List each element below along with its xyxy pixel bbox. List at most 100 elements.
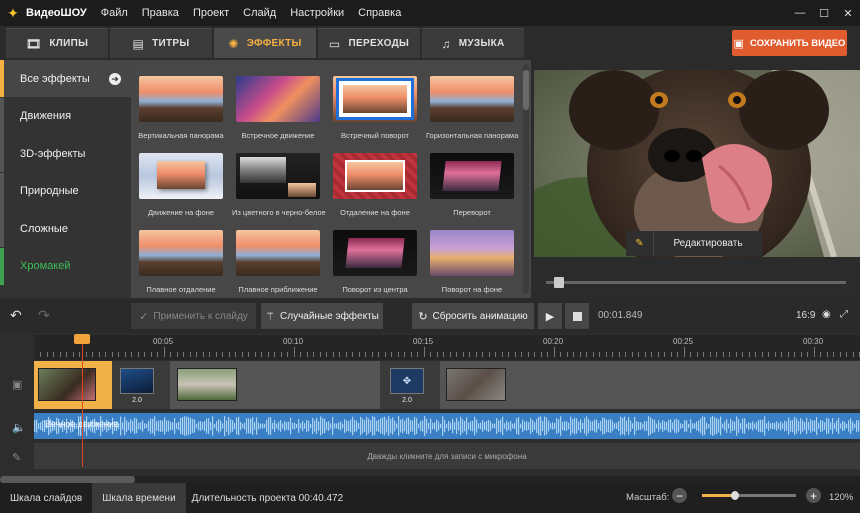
ruler-tick <box>202 352 204 357</box>
timeline-scroll-thumb[interactable] <box>0 476 135 483</box>
waveform-bar <box>704 417 706 435</box>
waveform-bar <box>806 417 808 435</box>
waveform-bar <box>266 419 268 433</box>
transition-2-thumbnail[interactable]: ✥ <box>390 368 424 394</box>
waveform-bar <box>714 417 716 435</box>
ruler-tick <box>384 352 386 357</box>
aspect-ratio[interactable]: 16:9 <box>796 310 815 321</box>
effect-label: Движение на фоне <box>147 208 215 217</box>
waveform-bar <box>742 418 744 434</box>
effects-scroll-thumb[interactable] <box>523 70 529 110</box>
ruler-tick <box>352 352 353 357</box>
menu-file[interactable]: Файл <box>101 7 128 19</box>
tab-music[interactable]: ♫ МУЗЫКА <box>422 28 524 58</box>
ruler-tick <box>248 352 249 357</box>
ruler-tick <box>586 352 587 357</box>
waveform-bar <box>182 417 184 435</box>
check-icon: ✓ <box>139 310 149 323</box>
waveform-bar <box>480 422 482 430</box>
redo-icon[interactable]: ↷ <box>38 307 50 324</box>
category-natural[interactable]: Природные <box>0 172 131 210</box>
project-duration: Длительность проекта 00:40.472 <box>191 492 344 504</box>
category-all-effects[interactable]: Все эффекты ➜ <box>0 60 131 97</box>
zoom-in-button[interactable]: + <box>806 488 821 503</box>
waveform-bar <box>762 419 764 433</box>
play-button[interactable]: ▶ <box>538 303 562 329</box>
transition-1-thumbnail[interactable] <box>120 368 154 394</box>
effect-thumbnail <box>139 230 223 276</box>
waveform-bar <box>324 418 326 434</box>
waveform-bar <box>156 421 158 431</box>
waveform-bar <box>452 418 454 434</box>
ruler-tick <box>599 352 600 357</box>
close-icon[interactable]: ✕ <box>836 0 860 26</box>
preview-progress-track[interactable] <box>546 281 846 284</box>
waveform-bar <box>684 420 686 432</box>
playhead-handle[interactable] <box>74 334 90 344</box>
waveform-bar <box>554 422 556 430</box>
waveform-bar <box>632 423 634 429</box>
audio-track[interactable] <box>34 413 860 439</box>
preview-progress-handle[interactable] <box>554 277 564 288</box>
tab-slide-scale[interactable]: Шкала слайдов <box>0 483 92 513</box>
waveform-bar <box>34 420 36 432</box>
category-complex[interactable]: Сложные <box>0 210 131 247</box>
zoom-slider-handle[interactable] <box>730 491 739 500</box>
ruler-tick <box>703 352 704 357</box>
edit-button[interactable]: ✎ Редактировать <box>626 231 762 256</box>
menu-help[interactable]: Справка <box>358 7 401 19</box>
ruler-tick <box>839 352 841 357</box>
maximize-icon[interactable]: ☐ <box>812 0 836 26</box>
waveform-bar <box>728 423 730 429</box>
waveform-bar <box>192 418 194 434</box>
waveform-bar <box>492 423 494 429</box>
undo-icon[interactable]: ↶ <box>10 307 22 324</box>
tab-clips[interactable]: 🎞 КЛИПЫ <box>6 28 108 58</box>
waveform-bar <box>838 417 840 435</box>
video-preview[interactable] <box>534 70 860 257</box>
random-effects-button[interactable]: ⚚ Случайные эффекты <box>261 303 383 329</box>
tab-transitions[interactable]: ▭ ПЕРЕХОДЫ <box>318 28 420 58</box>
effects-scrollbar[interactable] <box>523 64 529 294</box>
waveform-bar <box>244 422 246 430</box>
ruler-tick <box>729 352 730 357</box>
waveform-bar <box>856 420 858 432</box>
menu-settings[interactable]: Настройки <box>290 7 344 19</box>
ruler-tick <box>228 352 230 357</box>
reset-animation-button[interactable]: ↻ Сбросить анимацию <box>412 303 534 329</box>
ruler-tick <box>527 352 529 357</box>
waveform-bar <box>186 416 188 436</box>
apply-to-slide-button[interactable]: ✓ Применить к слайду <box>131 303 256 329</box>
category-chromakey[interactable]: Хромакей <box>0 247 131 285</box>
menu-slide[interactable]: Слайд <box>243 7 276 19</box>
waveform-bar <box>450 422 452 430</box>
waveform-bar <box>784 420 786 432</box>
menu-edit[interactable]: Правка <box>142 7 179 19</box>
tab-time-scale[interactable]: Шкала времени <box>92 483 186 513</box>
waveform-bar <box>38 423 40 429</box>
waveform-bar <box>234 422 236 430</box>
minimize-icon[interactable]: — <box>788 0 812 26</box>
transition-1-duration: 2.0 <box>132 397 142 404</box>
menu-project[interactable]: Проект <box>193 7 229 19</box>
tab-titles[interactable]: ▤ ТИТРЫ <box>110 28 212 58</box>
waveform-bar <box>444 419 446 433</box>
clip-1-thumbnail <box>38 368 96 401</box>
fullscreen-icon[interactable]: ⤢ <box>840 309 848 320</box>
ruler-tick <box>111 352 113 357</box>
effect-thumbnail <box>430 76 514 122</box>
save-video-button[interactable]: ▣ СОХРАНИТЬ ВИДЕО <box>732 30 847 56</box>
category-motions[interactable]: Движения <box>0 97 131 135</box>
ruler-tick <box>625 352 626 357</box>
waveform-bar <box>586 416 588 436</box>
category-3d-effects[interactable]: 3D-эффекты <box>0 135 131 172</box>
ruler-tick <box>540 352 542 357</box>
stop-button[interactable] <box>565 303 589 329</box>
snapshot-icon[interactable]: ◉ <box>822 309 831 320</box>
waveform-bar <box>174 418 176 434</box>
waveform-bar <box>320 416 322 436</box>
tab-effects[interactable]: ✺ ЭФФЕКТЫ <box>214 28 316 58</box>
waveform-bar <box>456 418 458 434</box>
zoom-out-button[interactable]: − <box>672 488 687 503</box>
waveform-bar <box>658 420 660 432</box>
